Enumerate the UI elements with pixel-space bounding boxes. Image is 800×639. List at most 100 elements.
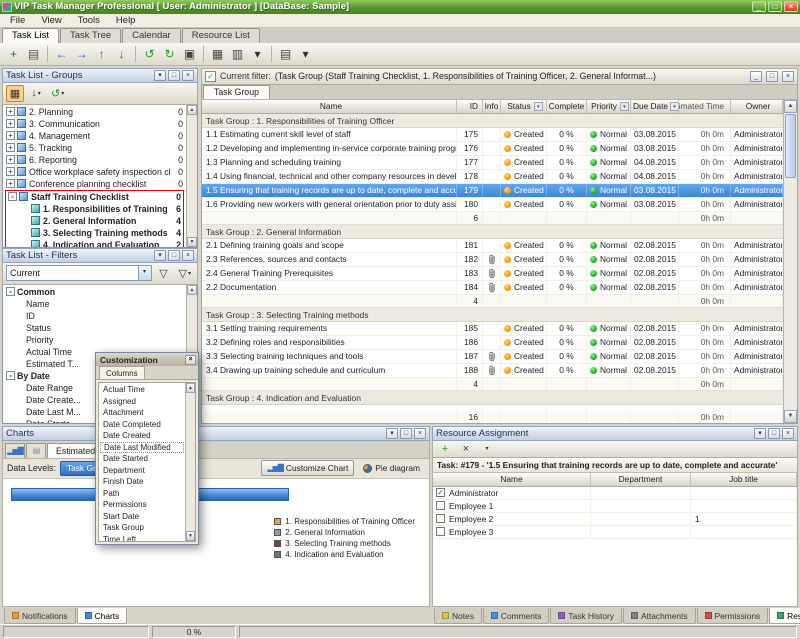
column-header-id[interactable]: ID: [457, 100, 483, 113]
task-row[interactable]: 1.3 Planning and scheduling training177C…: [202, 156, 783, 170]
tab-resource-list[interactable]: Resource List: [182, 28, 260, 43]
filter-item[interactable]: Name: [4, 298, 185, 310]
resource-row[interactable]: Employee 21: [433, 513, 797, 526]
task-area-close-icon[interactable]: ×: [782, 71, 794, 82]
group-tree-item[interactable]: +Conference planning checklist0: [4, 178, 185, 190]
scroll-up-icon[interactable]: ▲: [187, 285, 197, 295]
assignment-checkbox[interactable]: ✓: [436, 488, 445, 497]
filters-panel-float-icon[interactable]: □: [168, 250, 180, 261]
group-tree-item[interactable]: -Staff Training Checklist0: [6, 191, 183, 203]
dialog-close-button[interactable]: ×: [185, 355, 196, 365]
task-row[interactable]: 1.4 Using financial, technical and other…: [202, 170, 783, 184]
task-group-header-row[interactable]: Task Group : 1. Responsibilities of Trai…: [202, 114, 783, 128]
move-up-button[interactable]: ↑: [92, 44, 111, 63]
bottom-tab-charts[interactable]: Charts: [77, 608, 128, 624]
column-header-owner[interactable]: Owner: [731, 100, 783, 113]
print-button[interactable]: ▣: [180, 44, 199, 63]
customization-dialog[interactable]: Customization × Columns Actual TimeAssig…: [95, 352, 199, 545]
group-tree-item[interactable]: 1. Responsibilities of Training Officer6: [6, 203, 183, 215]
expand-icon[interactable]: -: [6, 371, 15, 380]
dialog-column-item[interactable]: Permissions: [100, 499, 184, 511]
group-tree-item[interactable]: 3. Selecting Training methods4: [6, 227, 183, 239]
task-row[interactable]: 3.3 Selecting training techniques and to…: [202, 350, 783, 364]
column-header-due-date[interactable]: Due Date▾: [631, 100, 679, 113]
view-options-dropdown[interactable]: ▾: [248, 44, 267, 63]
group-tree-item[interactable]: 2. General Information4: [6, 215, 183, 227]
move-down-button[interactable]: ↓: [112, 44, 131, 63]
expand-icon[interactable]: +: [6, 107, 15, 116]
resource-options-dropdown[interactable]: ▾: [478, 440, 496, 457]
column-header-name[interactable]: Name: [202, 100, 457, 113]
filter-item[interactable]: Status: [4, 322, 185, 334]
column-header-complete[interactable]: Complete: [547, 100, 587, 113]
dialog-column-item[interactable]: Finish Date: [100, 476, 184, 488]
dialog-column-item[interactable]: Start Date: [100, 511, 184, 523]
dialog-column-item[interactable]: Time Left: [100, 534, 184, 543]
assignment-checkbox[interactable]: [436, 501, 445, 510]
expand-icon[interactable]: -: [6, 287, 15, 296]
chart-type-bar-button[interactable]: ▂▅▇: [5, 443, 25, 458]
resource-panel-close-icon[interactable]: ×: [782, 428, 794, 439]
new-task-button[interactable]: +: [4, 44, 23, 63]
scroll-up-icon[interactable]: ▲: [186, 383, 195, 393]
chart-legend-button[interactable]: ▤: [26, 443, 46, 458]
scrollbar-thumb[interactable]: [785, 114, 796, 178]
tab-task-tree[interactable]: Task Tree: [60, 28, 121, 43]
minimize-button[interactable]: _: [752, 1, 766, 12]
expand-icon[interactable]: +: [6, 119, 15, 128]
expand-icon[interactable]: +: [6, 167, 15, 176]
expand-icon[interactable]: +: [6, 179, 15, 188]
resource-row[interactable]: ✓Administrator: [433, 487, 797, 500]
task-row[interactable]: 1.2 Developing and implementing in-servi…: [202, 142, 783, 156]
scroll-up-icon[interactable]: ▲: [784, 100, 797, 113]
task-row[interactable]: 1.1 Estimating current skill level of st…: [202, 128, 783, 142]
charts-panel-menu-icon[interactable]: ▾: [386, 428, 398, 439]
task-row[interactable]: 2.1 Defining training goals and scope181…: [202, 239, 783, 253]
dialog-column-item[interactable]: Date Started: [100, 453, 184, 465]
pie-diagram-button[interactable]: Pie diagram: [358, 460, 425, 476]
tab-task-list[interactable]: Task List: [2, 28, 59, 43]
expand-icon[interactable]: -: [8, 192, 17, 201]
groups-panel-float-icon[interactable]: □: [168, 70, 180, 81]
customize-chart-button[interactable]: ▂▅▇Customize Chart: [261, 460, 354, 476]
task-group-header-row[interactable]: Task Group : 3. Selecting Training metho…: [202, 308, 783, 322]
scroll-up-icon[interactable]: ▲: [187, 105, 197, 115]
bottom-tab-notifications[interactable]: Notifications: [4, 608, 76, 624]
scroll-down-icon[interactable]: ▼: [784, 410, 797, 423]
bottom-tab-resource-assignment[interactable]: Resource Assignment: [769, 608, 800, 624]
group-columns-button[interactable]: ▤: [276, 44, 295, 63]
assignment-checkbox[interactable]: [436, 527, 445, 536]
filters-panel-menu-icon[interactable]: ▾: [154, 250, 166, 261]
dialog-tab-columns[interactable]: Columns: [99, 366, 145, 379]
task-row[interactable]: 3.2 Defining roles and responsibilities1…: [202, 336, 783, 350]
task-row[interactable]: 1.6 Providing new workers with general o…: [202, 198, 783, 212]
group-tree-item[interactable]: +4. Management0: [4, 130, 185, 142]
move-left-button[interactable]: ←: [52, 44, 71, 63]
resource-row[interactable]: Employee 3: [433, 526, 797, 539]
resource-panel-menu-icon[interactable]: ▾: [754, 428, 766, 439]
group-tree-item[interactable]: +6. Reporting0: [4, 154, 185, 166]
refresh-button[interactable]: ↺: [140, 44, 159, 63]
sort-groups-button[interactable]: ↓▾: [27, 85, 45, 102]
scroll-down-icon[interactable]: ▼: [187, 237, 197, 247]
column-header-info[interactable]: Info: [483, 100, 501, 113]
resource-row[interactable]: Employee 1: [433, 500, 797, 513]
task-row[interactable]: 1.5 Ensuring that training records are u…: [202, 184, 783, 198]
remove-assignment-button[interactable]: ×: [457, 440, 475, 457]
assignment-checkbox[interactable]: [436, 514, 445, 523]
bottom-tab-task-history[interactable]: Task History: [550, 608, 622, 624]
group-tree-item[interactable]: +5. Tracking0: [4, 142, 185, 154]
filters-panel-close-icon[interactable]: ×: [182, 250, 194, 261]
scroll-down-icon[interactable]: ▼: [186, 531, 195, 541]
resource-panel-float-icon[interactable]: □: [768, 428, 780, 439]
dialog-column-item[interactable]: Department: [100, 465, 184, 477]
group-tree-item[interactable]: +Office workplace safety inspection chec…: [4, 166, 185, 178]
filter-dropdown-icon[interactable]: ▾: [670, 102, 679, 111]
menu-help[interactable]: Help: [108, 14, 144, 27]
dialog-column-item[interactable]: Assigned: [100, 396, 184, 408]
filter-dropdown-icon[interactable]: ▾: [534, 102, 543, 111]
task-area-minimize-icon[interactable]: _: [750, 71, 762, 82]
task-row[interactable]: 2.3 References, sources and contacts182C…: [202, 253, 783, 267]
expand-icon[interactable]: +: [6, 143, 15, 152]
column-header-status[interactable]: Status▾: [501, 100, 547, 113]
